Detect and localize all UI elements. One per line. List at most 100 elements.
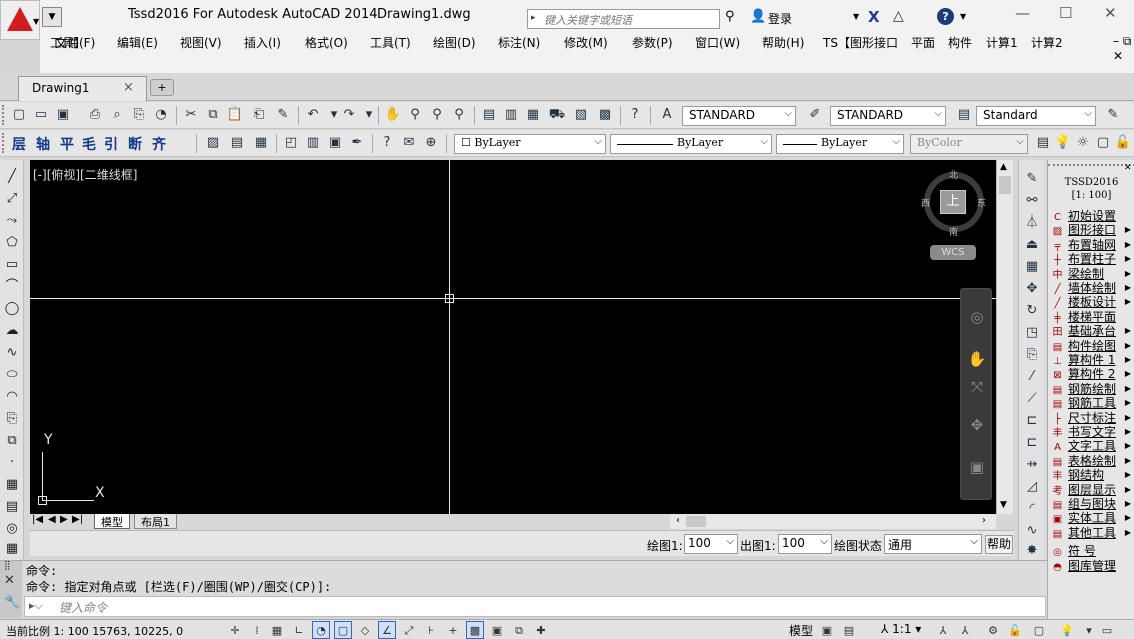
tssd-menu-item[interactable]: 丰钢结构 ▶ — [1050, 468, 1133, 482]
tssd-menu-item[interactable]: A 文字工具 ▶ — [1050, 439, 1133, 453]
tssd-menu-item[interactable]: ├ 尺寸标注 ▶ — [1050, 411, 1133, 425]
sun-icon[interactable]: ☼ — [1074, 134, 1092, 152]
scroll-down-icon[interactable]: ▼ — [1000, 500, 1007, 510]
region-icon[interactable]: ◎ — [3, 520, 21, 538]
scroll-thumb[interactable] — [999, 176, 1011, 194]
user-icon[interactable]: 👤 — [750, 9, 766, 24]
ellipse-icon[interactable]: ⬭ — [3, 366, 21, 384]
close-icon[interactable]: ✕ — [1124, 163, 1132, 173]
close-icon[interactable]: ✕ — [1104, 4, 1117, 22]
quick-view-drawings-icon[interactable]: ▤ — [840, 621, 858, 639]
annotation-monitor-icon[interactable]: ✚ — [532, 621, 550, 639]
ts-align-button[interactable]: 齐 — [152, 134, 166, 154]
panel-grip[interactable] — [1048, 164, 1134, 170]
first-tab-icon[interactable]: |◀ — [32, 514, 43, 525]
transparency-icon[interactable]: ▩ — [466, 621, 484, 639]
viewcube-south[interactable]: 南 — [949, 225, 958, 238]
last-tab-icon[interactable]: ▶| — [72, 514, 83, 525]
toolbar-lock-icon[interactable]: 🔓 — [1006, 621, 1024, 639]
command-prompt-icon[interactable]: ▸⌵ — [29, 599, 43, 613]
break-point-icon[interactable]: ⊏ — [1023, 412, 1041, 430]
break-icon[interactable]: ⊏ — [1023, 434, 1041, 452]
menu-plan[interactable]: 平面 — [911, 34, 935, 51]
horizontal-scrollbar[interactable]: ‹ › — [670, 514, 996, 529]
viewcube-top[interactable]: 上 — [940, 190, 966, 214]
orbit-icon[interactable]: ✥ — [967, 415, 987, 435]
model-space-toggle[interactable]: 模型 — [789, 622, 813, 639]
query-icon[interactable]: ? — [378, 134, 396, 152]
open-icon[interactable]: ▭ — [32, 106, 50, 124]
print-icon[interactable]: ⎙ — [86, 106, 104, 124]
chamfer-icon[interactable]: ◿ — [1023, 478, 1041, 496]
polygon-icon[interactable]: ⬠ — [3, 234, 21, 252]
table-icon[interactable]: ▦ — [252, 134, 270, 152]
match-properties-icon[interactable]: ⎗ — [250, 106, 268, 124]
dim-style-select[interactable]: STANDARD ⌵ — [830, 106, 946, 126]
infer-constraints-icon[interactable]: ✛ — [226, 621, 244, 639]
explode-icon[interactable]: ✸ — [1023, 542, 1041, 560]
close-icon[interactable]: ✕ — [4, 573, 15, 588]
tssd-menu-item[interactable]: ▤ 钢筋工具 ▶ — [1050, 396, 1133, 410]
polyline-icon[interactable]: ⤳ — [3, 212, 21, 230]
tssd-menu-item[interactable]: ▤ 钢筋绘制 ▶ — [1050, 382, 1133, 396]
table-style-select[interactable]: Standard ⌵ — [976, 106, 1096, 126]
zoom-extents-icon[interactable]: ⤧ — [967, 377, 987, 397]
cut-icon[interactable]: ✂ — [182, 106, 200, 124]
ts-leader-button[interactable]: 引 — [104, 134, 118, 154]
drawing-canvas[interactable]: [-][俯视][二维线框] Y X 上 北 南 东 西 WCS ◎ ✋ ⤧ ✥ … — [30, 160, 996, 514]
tssd-menu-item[interactable]: ╱ 墙体绘制 ▶ — [1050, 281, 1133, 295]
search-input[interactable]: ▸ 键入关键字或短语 — [527, 9, 720, 29]
login-button[interactable]: 登录 — [768, 10, 792, 27]
viewcube-west[interactable]: 西 — [921, 196, 930, 209]
tssd-menu-item[interactable]: 中梁绘制 ▶ — [1050, 267, 1133, 281]
multileader-style-icon[interactable]: ✎ — [1104, 106, 1122, 124]
mirror-icon[interactable]: ⏃ — [1023, 214, 1041, 232]
tssd-menu-item[interactable]: ▤ 组与图块 ▶ — [1050, 497, 1133, 511]
pan-icon[interactable]: ✋ — [384, 106, 402, 124]
a360-icon[interactable]: △ — [893, 8, 904, 24]
offset-icon[interactable]: ⏏ — [1023, 236, 1041, 254]
dynamic-input-icon[interactable]: ⊦ — [422, 621, 440, 639]
ts-hair-button[interactable]: 毛 — [82, 134, 96, 154]
scroll-up-icon[interactable]: ▲ — [1000, 162, 1007, 172]
tssd-menu-item[interactable]: C 初始设置 — [1050, 209, 1133, 223]
tssd-menu-item[interactable]: 考图层显示 ▶ — [1050, 483, 1133, 497]
text-style-icon[interactable]: A — [658, 106, 676, 124]
ts-level-button[interactable]: 平 — [60, 134, 74, 154]
3d-print-icon[interactable]: ◔ — [152, 106, 170, 124]
copy-icon[interactable]: ⧉ — [204, 106, 222, 124]
layer-manager-icon[interactable]: ▥ — [304, 134, 322, 152]
maximize-icon[interactable]: ☐ — [1059, 4, 1072, 22]
layer-previous-icon[interactable]: ▣ — [326, 134, 344, 152]
hardware-acceleration-icon[interactable]: ▢ — [1030, 621, 1048, 639]
zoom-window-icon[interactable]: ⚲ — [428, 106, 446, 124]
chevron-down-icon[interactable]: ▼ — [853, 12, 859, 21]
fillet-icon[interactable]: ◜ — [1023, 500, 1041, 518]
menu-view[interactable]: 视图(V) — [180, 34, 222, 51]
scroll-thumb[interactable] — [686, 516, 706, 527]
minimize-icon[interactable]: — — [1015, 4, 1030, 22]
pan-icon[interactable]: ✋ — [967, 349, 987, 369]
menu-format[interactable]: 格式(O) — [305, 34, 348, 51]
lightbulb-icon[interactable]: 💡 — [1054, 134, 1072, 152]
redo-icon[interactable]: ↷ — [340, 106, 358, 124]
object-snap-tracking-icon[interactable]: ∠ — [378, 621, 396, 639]
table-style-icon[interactable]: ▤ — [955, 106, 973, 124]
tssd-menu-item[interactable]: 田基础承台 ▶ — [1050, 324, 1133, 338]
tssd-menu-item[interactable]: ◓ 图库管理 — [1050, 559, 1133, 573]
menu-help[interactable]: 帮助(H) — [762, 34, 804, 51]
menu-component[interactable]: 构件 — [948, 34, 972, 51]
ortho-icon[interactable]: ∟ — [290, 621, 308, 639]
zoom-realtime-icon[interactable]: ⚲ — [406, 106, 424, 124]
erase-icon[interactable]: ✎ — [1023, 170, 1041, 188]
line-icon[interactable]: ╱ — [3, 168, 21, 186]
document-window-controls[interactable]: – ⧉ ✕ — [1113, 34, 1134, 63]
clean-screen-icon[interactable]: ▭ — [1098, 621, 1116, 639]
tssd-menu-item[interactable]: ◎ 符 号 — [1050, 544, 1133, 558]
linetype-select[interactable]: ByLayer ⌵ — [610, 134, 772, 154]
layer-edit-icon[interactable]: ✒ — [348, 134, 366, 152]
save-icon[interactable]: ▣ — [54, 106, 72, 124]
hatch-icon[interactable]: ▦ — [3, 476, 21, 494]
circle-icon[interactable]: ◯ — [3, 300, 21, 318]
tssd-menu-item[interactable]: ⊠ 算构件 2 ▶ — [1050, 367, 1133, 381]
